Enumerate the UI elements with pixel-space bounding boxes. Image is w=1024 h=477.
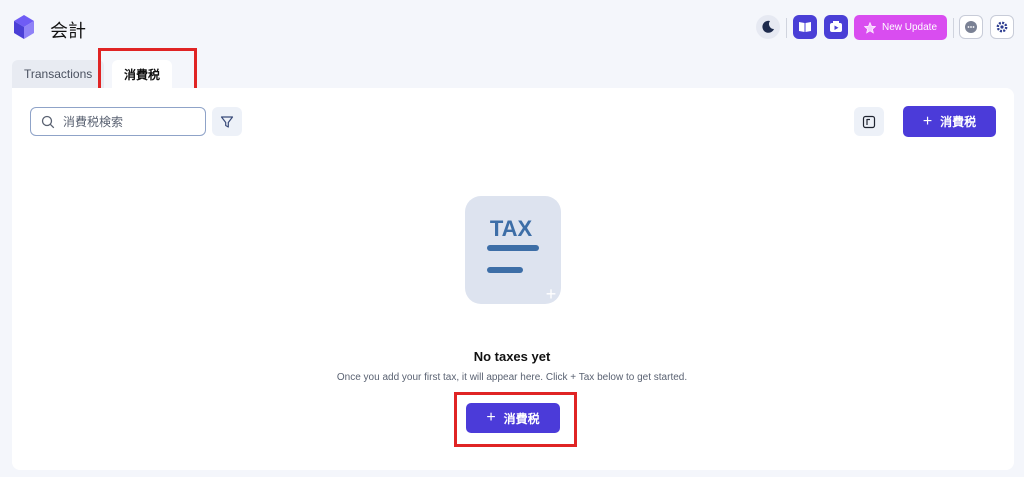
settings-button[interactable] (990, 15, 1014, 39)
columns-icon (862, 115, 876, 128)
filter-icon (220, 115, 234, 128)
svg-text:+: + (546, 284, 557, 304)
divider (953, 18, 954, 38)
star-icon (863, 21, 876, 34)
empty-state-description: Once you add your first tax, it will app… (336, 372, 688, 383)
add-tax-label: 消費税 (940, 115, 977, 129)
gear-icon (996, 21, 1008, 33)
search-field[interactable] (30, 107, 206, 136)
app-title: 会計 (50, 21, 86, 41)
add-tax-button[interactable]: + 消費税 (903, 106, 996, 137)
chat-button[interactable] (959, 15, 983, 39)
cube-logo-icon (14, 15, 34, 39)
moon-icon (762, 20, 774, 33)
tax-illustration-text: TAX (490, 216, 533, 241)
chat-icon (965, 21, 977, 33)
search-icon (41, 115, 55, 128)
new-update-button[interactable]: New Update (854, 15, 947, 40)
plus-icon: + (922, 112, 933, 130)
columns-button[interactable] (854, 107, 884, 136)
tax-document-icon: TAX + (465, 196, 561, 304)
highlight-box (454, 392, 577, 447)
filter-button[interactable] (212, 107, 242, 136)
new-update-label: New Update (881, 22, 938, 33)
docs-button[interactable] (793, 15, 817, 39)
book-icon (799, 22, 811, 32)
tab-transactions[interactable]: Transactions (12, 60, 105, 88)
divider (786, 18, 787, 38)
empty-state-title: No taxes yet (473, 349, 551, 364)
theme-toggle-button[interactable] (756, 15, 780, 39)
search-input[interactable] (61, 113, 195, 130)
video-icon (830, 21, 842, 32)
video-button[interactable] (824, 15, 848, 39)
